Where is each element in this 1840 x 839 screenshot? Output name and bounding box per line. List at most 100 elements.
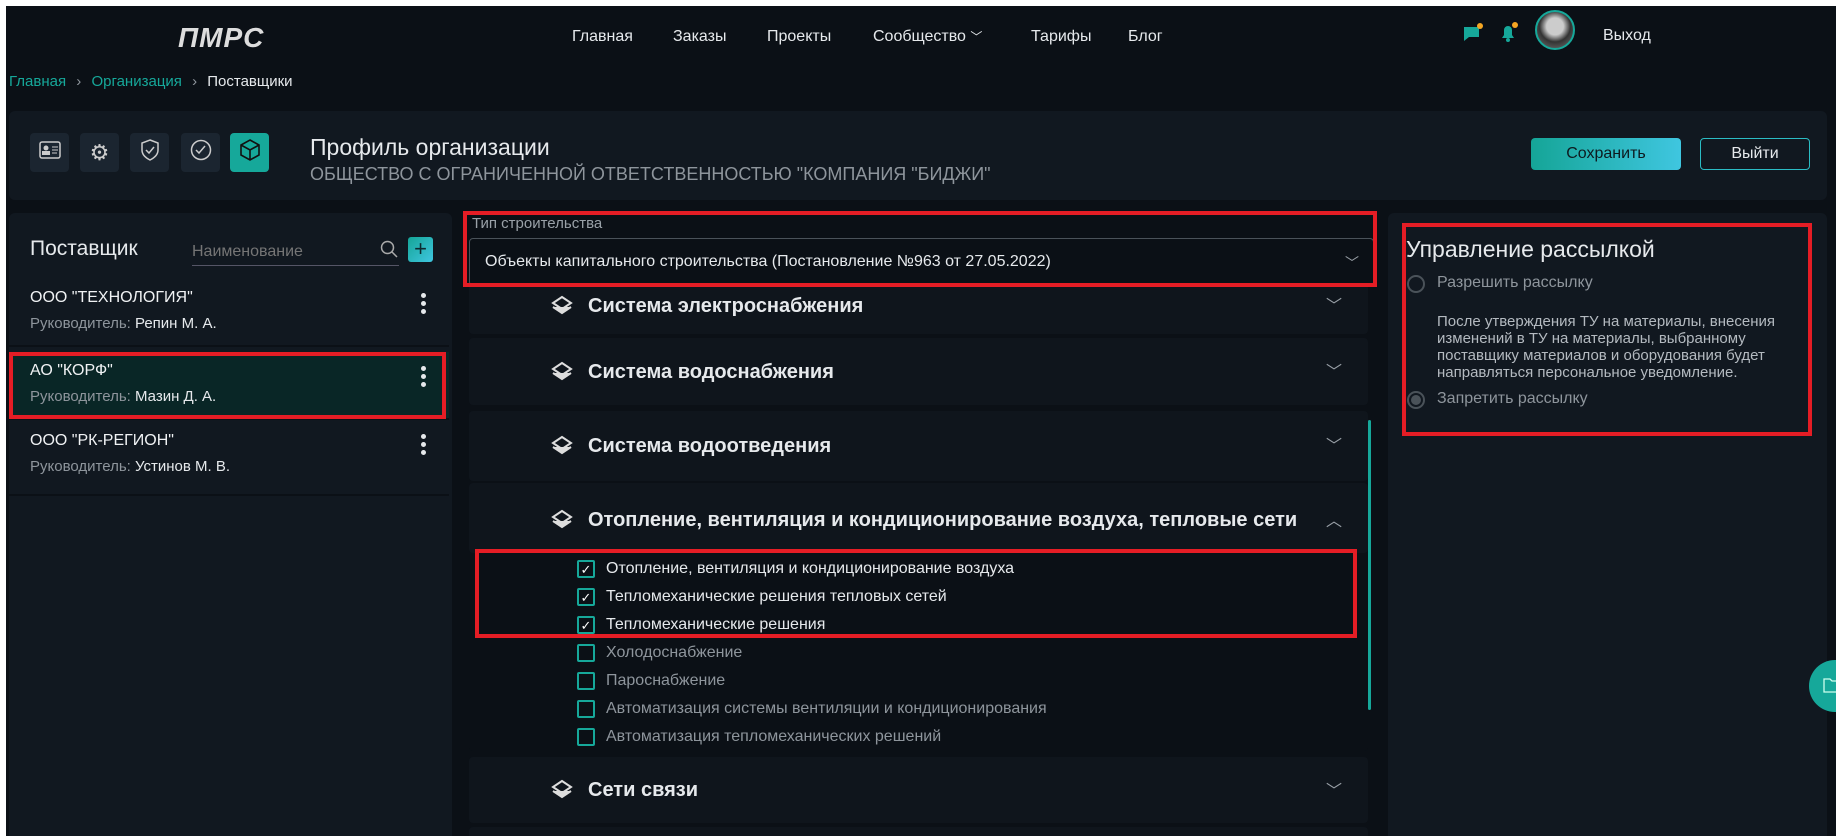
checkbox-item[interactable]: Пароснабжение — [577, 672, 725, 690]
checkbox-label: Автоматизация тепломеханических решений — [606, 728, 942, 745]
supplier-item[interactable]: ООО "РК-РЕГИОН" Руководитель: Устинов М.… — [9, 420, 449, 496]
section-communications[interactable]: Сети связи ﹀ — [469, 757, 1368, 823]
section-title: Система водоотведения — [588, 435, 832, 457]
chevron-down-icon[interactable]: ﹀ — [1326, 777, 1342, 801]
gear-icon: ⚙ — [89, 139, 110, 165]
chevron-down-icon[interactable]: ﹀ — [1326, 292, 1342, 316]
checkbox-item[interactable]: Холодоснабжение — [577, 644, 742, 662]
nav-orders[interactable]: Заказы — [673, 28, 726, 46]
layers-icon — [551, 361, 573, 388]
checkbox-item[interactable]: ✓ Тепломеханические решения — [577, 616, 825, 634]
checkbox-unchecked[interactable] — [577, 700, 595, 718]
checkbox-label: Тепломеханические решения тепловых сетей — [606, 588, 947, 605]
more-vertical-icon[interactable] — [421, 366, 427, 390]
shield-check-icon — [140, 139, 160, 166]
tab-security[interactable] — [130, 133, 169, 172]
supplier-manager: Руководитель: Репин М. А. — [30, 315, 217, 332]
supplier-manager: Руководитель: Мазин Д. А. — [30, 388, 217, 405]
avatar[interactable] — [1535, 10, 1575, 50]
layers-icon — [551, 435, 573, 462]
checkbox-unchecked[interactable] — [577, 672, 595, 690]
supplier-search-input[interactable] — [192, 238, 399, 266]
checkbox-unchecked[interactable] — [577, 728, 595, 746]
logo[interactable]: ПМРС — [178, 22, 264, 54]
supplier-name: АО "КОРФ" — [30, 362, 113, 379]
chevron-up-icon[interactable]: ︿ — [1326, 507, 1342, 531]
bell-icon[interactable] — [1498, 22, 1520, 49]
section-water-supply[interactable]: Система водоснабжения ﹀ — [469, 338, 1368, 405]
search-icon[interactable] — [380, 240, 398, 263]
checkbox-label: Тепломеханические решения — [606, 616, 826, 633]
logout-link[interactable]: Выход — [1603, 27, 1651, 45]
breadcrumb-home[interactable]: Главная — [9, 73, 66, 90]
chevron-down-icon[interactable]: ﹀ — [1326, 432, 1342, 456]
radio-allow-mailing[interactable] — [1407, 275, 1425, 293]
folder-icon — [1823, 677, 1836, 698]
supplier-item[interactable]: ООО "ТЕХНОЛОГИЯ" Руководитель: Репин М. … — [9, 279, 449, 347]
breadcrumb: Главная › Организация › Поставщики — [9, 73, 293, 90]
checkbox-checked[interactable]: ✓ — [577, 616, 595, 634]
nav-home[interactable]: Главная — [572, 28, 633, 46]
checkbox-item[interactable]: ✓ Тепломеханические решения тепловых сете… — [577, 588, 947, 606]
construction-type-value: Объекты капитального строительства (Пост… — [485, 253, 1051, 270]
mailing-panel — [1388, 213, 1827, 836]
radio-deny-mailing[interactable] — [1407, 391, 1425, 409]
supplier-name: ООО "РК-РЕГИОН" — [30, 432, 174, 449]
nav-projects[interactable]: Проекты — [767, 28, 831, 46]
section-title: Отопление, вентиляция и кондиционировани… — [588, 509, 1298, 531]
breadcrumb-organization[interactable]: Организация — [91, 73, 181, 90]
checkbox-item[interactable]: Автоматизация системы вентиляции и конди… — [577, 700, 1047, 718]
exit-button[interactable]: Выйти — [1700, 138, 1810, 170]
nav-community-label: Сообщество — [873, 28, 966, 45]
supplier-panel-title: Поставщик — [30, 237, 138, 260]
section-title: Система водоснабжения — [588, 361, 834, 383]
section-title: Система электроснабжения — [588, 295, 864, 317]
box-icon — [239, 138, 261, 167]
checkbox-label: Холодоснабжение — [606, 644, 743, 661]
allow-mailing-label[interactable]: Разрешить рассылку — [1437, 274, 1593, 292]
add-supplier-button[interactable]: + — [408, 237, 433, 262]
chevron-down-icon[interactable]: ﹀ — [1326, 358, 1342, 382]
supplier-item-selected[interactable]: АО "КОРФ" Руководитель: Мазин Д. А. — [9, 352, 449, 420]
construction-type-select[interactable]: Объекты капитального строительства (Пост… — [469, 238, 1374, 286]
nav-tariffs[interactable]: Тарифы — [1031, 28, 1091, 46]
organization-name: ОБЩЕСТВО С ОГРАНИЧЕННОЙ ОТВЕТСТВЕННОСТЬЮ… — [310, 164, 991, 184]
tab-profile[interactable] — [30, 133, 69, 172]
supplier-name: ООО "ТЕХНОЛОГИЯ" — [30, 289, 193, 306]
supplier-manager: Руководитель: Устинов М. В. — [30, 458, 231, 475]
layers-icon — [551, 779, 573, 806]
page-title: Профиль организации — [310, 134, 550, 160]
check-circle-icon — [190, 139, 212, 166]
mailing-title: Управление рассылкой — [1406, 236, 1655, 262]
nav-community[interactable]: Сообщество ﹀ — [873, 28, 982, 46]
section-next[interactable] — [469, 827, 1368, 836]
checkbox-label: Автоматизация системы вентиляции и конди… — [606, 700, 1047, 717]
checkbox-unchecked[interactable] — [577, 644, 595, 662]
chat-icon[interactable] — [1462, 23, 1484, 50]
deny-mailing-label[interactable]: Запретить рассылку — [1437, 390, 1588, 408]
page: ПМРС Главная Заказы Проекты Сообщество ﹀… — [6, 6, 1836, 836]
layers-icon — [551, 509, 573, 536]
mailing-description: После утверждения ТУ на материалы, внесе… — [1437, 313, 1775, 381]
layers-icon — [551, 295, 573, 322]
save-button[interactable]: Сохранить — [1531, 138, 1681, 170]
chevron-down-icon: ﹀ — [1345, 255, 1359, 271]
radio-dot — [1411, 395, 1421, 405]
section-drainage[interactable]: Система водоотведения ﹀ — [469, 411, 1368, 481]
id-card-icon — [38, 141, 61, 164]
more-vertical-icon[interactable] — [421, 434, 427, 458]
checkbox-item[interactable]: ✓ Отопление, вентиляция и кондиционирован… — [577, 560, 1014, 578]
scrollbar[interactable] — [1368, 420, 1371, 710]
checkbox-checked[interactable]: ✓ — [577, 560, 595, 578]
nav-blog[interactable]: Блог — [1128, 28, 1163, 46]
chevron-down-icon: ﹀ — [970, 30, 983, 44]
checkbox-label: Отопление, вентиляция и кондиционировани… — [606, 560, 1015, 577]
tab-settings[interactable]: ⚙ — [80, 133, 119, 172]
checkbox-item[interactable]: Автоматизация тепломеханических решений — [577, 728, 941, 746]
tab-suppliers[interactable] — [230, 133, 269, 172]
tab-verification[interactable] — [181, 133, 220, 172]
checkbox-checked[interactable]: ✓ — [577, 588, 595, 606]
more-vertical-icon[interactable] — [421, 293, 427, 317]
chevron-right-icon: › — [192, 73, 198, 90]
breadcrumb-current: Поставщики — [207, 73, 293, 90]
